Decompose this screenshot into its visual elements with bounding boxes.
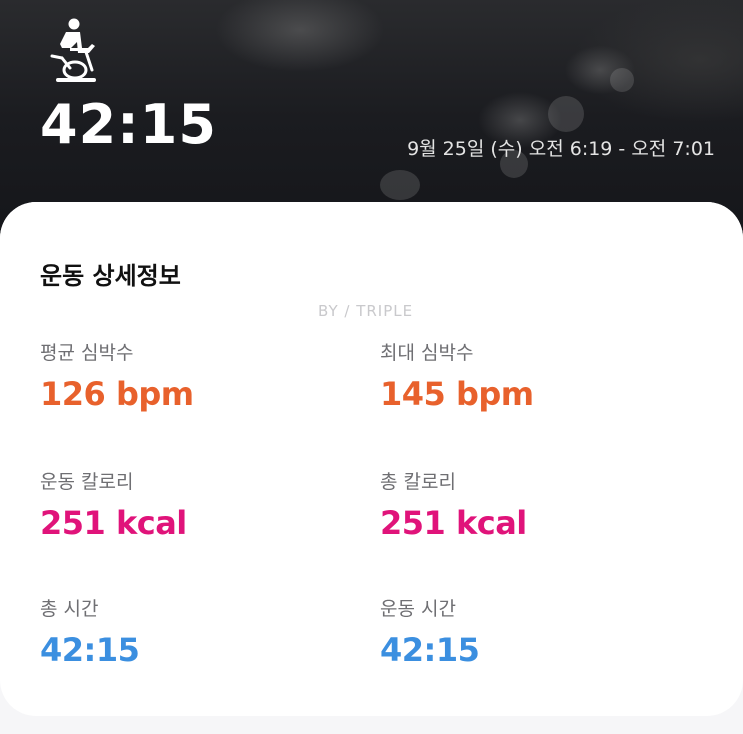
avg-heart-rate-label: 평균 심박수 xyxy=(40,342,134,364)
workout-calories-stat: 운동 칼로리 251 kcal xyxy=(40,467,187,542)
details-card-body: 운동 상세정보 BY ∕ TRIPLE 평균 심박수 126 bpm 최대 심박… xyxy=(0,202,743,716)
workout-time-stat: 운동 시간 42:15 xyxy=(380,594,480,669)
total-time-label: 총 시간 xyxy=(40,598,99,620)
total-calories-stat: 총 칼로리 251 kcal xyxy=(380,467,527,542)
background-light-spot xyxy=(610,68,634,92)
total-time-value: 42:15 xyxy=(40,631,140,669)
watermark: BY ∕ TRIPLE xyxy=(318,302,414,320)
max-heart-rate-stat: 최대 심박수 145 bpm xyxy=(380,338,534,413)
section-title: 운동 상세정보 xyxy=(40,262,181,290)
workout-duration: 42:15 xyxy=(40,93,217,156)
workout-calories-value: 251 kcal xyxy=(40,504,187,542)
avg-heart-rate-stat: 평균 심박수 126 bpm xyxy=(40,338,194,413)
workout-detail-screen: 42:15 9월 25일 (수) 오전 6:19 - 오전 7:01 운동 상세… xyxy=(0,0,743,734)
workout-time-label: 운동 시간 xyxy=(380,598,456,620)
workout-date-range: 9월 25일 (수) 오전 6:19 - 오전 7:01 xyxy=(407,138,715,160)
background-light-spot xyxy=(548,96,584,132)
details-card: 운동 상세정보 BY ∕ TRIPLE 평균 심박수 126 bpm 최대 심박… xyxy=(0,202,743,734)
max-heart-rate-value: 145 bpm xyxy=(380,375,534,413)
total-calories-label: 총 칼로리 xyxy=(380,471,456,493)
total-calories-value: 251 kcal xyxy=(380,504,527,542)
workout-calories-label: 운동 칼로리 xyxy=(40,471,134,493)
stationary-bike-icon xyxy=(50,18,96,82)
total-time-stat: 총 시간 42:15 xyxy=(40,594,140,669)
workout-time-value: 42:15 xyxy=(380,631,480,669)
max-heart-rate-label: 최대 심박수 xyxy=(380,342,474,364)
avg-heart-rate-value: 126 bpm xyxy=(40,375,194,413)
background-light-spot xyxy=(380,170,420,200)
